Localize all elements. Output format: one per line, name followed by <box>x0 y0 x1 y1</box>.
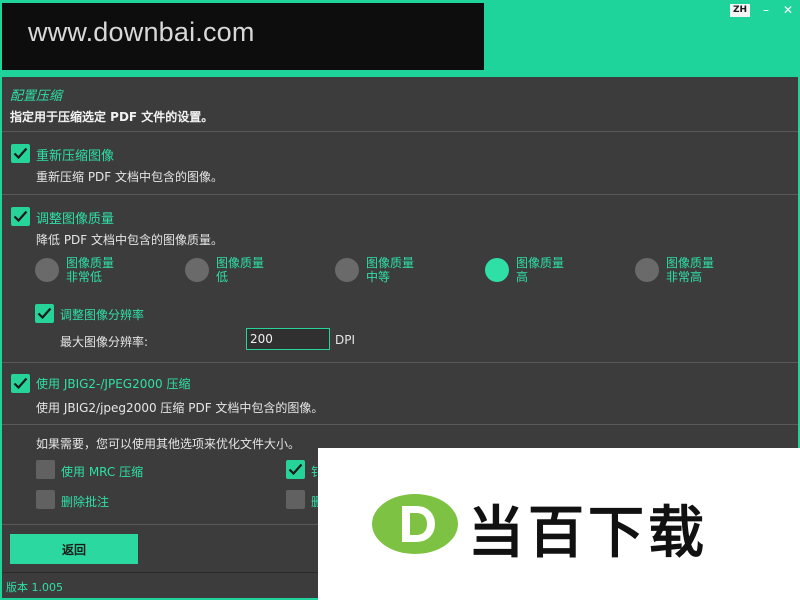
language-button[interactable]: ZH <box>729 3 750 17</box>
divider <box>2 131 798 132</box>
minimize-icon[interactable]: – <box>760 3 772 17</box>
jbig2-checkbox[interactable] <box>11 374 30 393</box>
intro-section: 配置压缩 指定用于压缩选定 PDF 文件的设置。 <box>10 85 213 125</box>
section-title: 配置压缩 <box>10 89 63 104</box>
recompress-label[interactable]: 重新压缩图像 <box>36 145 114 164</box>
divider <box>2 362 798 363</box>
quality-medium-label[interactable]: 图像质量 中等 <box>366 256 414 284</box>
remove-annotations-label[interactable]: 删除批注 <box>61 493 109 510</box>
extra-options-intro: 如果需要，您可以使用其他选项来优化文件大小。 <box>36 437 301 451</box>
window-controls: ZH – ✕ <box>729 2 794 18</box>
quality-label[interactable]: 调整图像质量 <box>36 208 114 227</box>
section-description: 指定用于压缩选定 PDF 文件的设置。 <box>10 110 214 124</box>
quality-very-high-label[interactable]: 图像质量 非常高 <box>666 256 714 284</box>
quality-medium-radio[interactable] <box>335 258 359 282</box>
max-resolution-label: 最大图像分辨率: <box>60 335 149 349</box>
check-icon <box>37 307 52 320</box>
mrc-checkbox[interactable] <box>36 460 55 479</box>
right-option-2-checkbox[interactable] <box>286 490 305 509</box>
quality-very-high-radio[interactable] <box>635 258 659 282</box>
dpi-unit: DPI <box>335 333 356 347</box>
divider <box>2 424 798 425</box>
quality-description: 降低 PDF 文档中包含的图像质量。 <box>36 233 224 247</box>
recompress-description: 重新压缩 PDF 文档中包含的图像。 <box>36 170 224 184</box>
watermark-text: 当百下载 <box>468 501 708 566</box>
check-icon <box>13 147 28 160</box>
check-icon <box>288 463 303 476</box>
recompress-checkbox[interactable] <box>11 144 30 163</box>
watermark-logo-icon <box>372 494 458 554</box>
resolution-label[interactable]: 调整图像分辨率 <box>60 306 144 323</box>
watermark: 当百下载 <box>318 448 800 600</box>
quality-low-label[interactable]: 图像质量低 <box>216 256 264 284</box>
banner-text: www.downbai.com <box>28 17 255 47</box>
check-icon <box>13 210 28 223</box>
quality-very-low-radio[interactable] <box>35 258 59 282</box>
quality-high-radio[interactable] <box>485 258 509 282</box>
quality-high-label[interactable]: 图像质量高 <box>516 256 564 284</box>
back-button[interactable]: 返回 <box>10 534 138 564</box>
compression-settings-window: www.downbai.com ZH – ✕ 配置压缩 指定用于压缩选定 PDF… <box>0 0 800 600</box>
banner: www.downbai.com <box>2 3 484 70</box>
check-icon <box>13 377 28 390</box>
right-option-checkbox[interactable] <box>286 460 305 479</box>
jbig2-label[interactable]: 使用 JBIG2-/JPEG2000 压缩 <box>36 375 190 392</box>
max-resolution-input[interactable] <box>246 328 330 350</box>
close-icon[interactable]: ✕ <box>782 3 794 17</box>
mrc-label[interactable]: 使用 MRC 压缩 <box>61 463 143 480</box>
divider <box>2 194 798 195</box>
jbig2-description: 使用 JBIG2/jpeg2000 压缩 PDF 文档中包含的图像。 <box>36 401 324 415</box>
resolution-checkbox[interactable] <box>35 304 54 323</box>
quality-low-radio[interactable] <box>185 258 209 282</box>
quality-very-low-label[interactable]: 图像质量 非常低 <box>66 256 114 284</box>
window-header: www.downbai.com ZH – ✕ <box>2 2 798 76</box>
version-label: 版本 1.005 <box>6 581 63 594</box>
remove-annotations-checkbox[interactable] <box>36 490 55 509</box>
quality-checkbox[interactable] <box>11 207 30 226</box>
